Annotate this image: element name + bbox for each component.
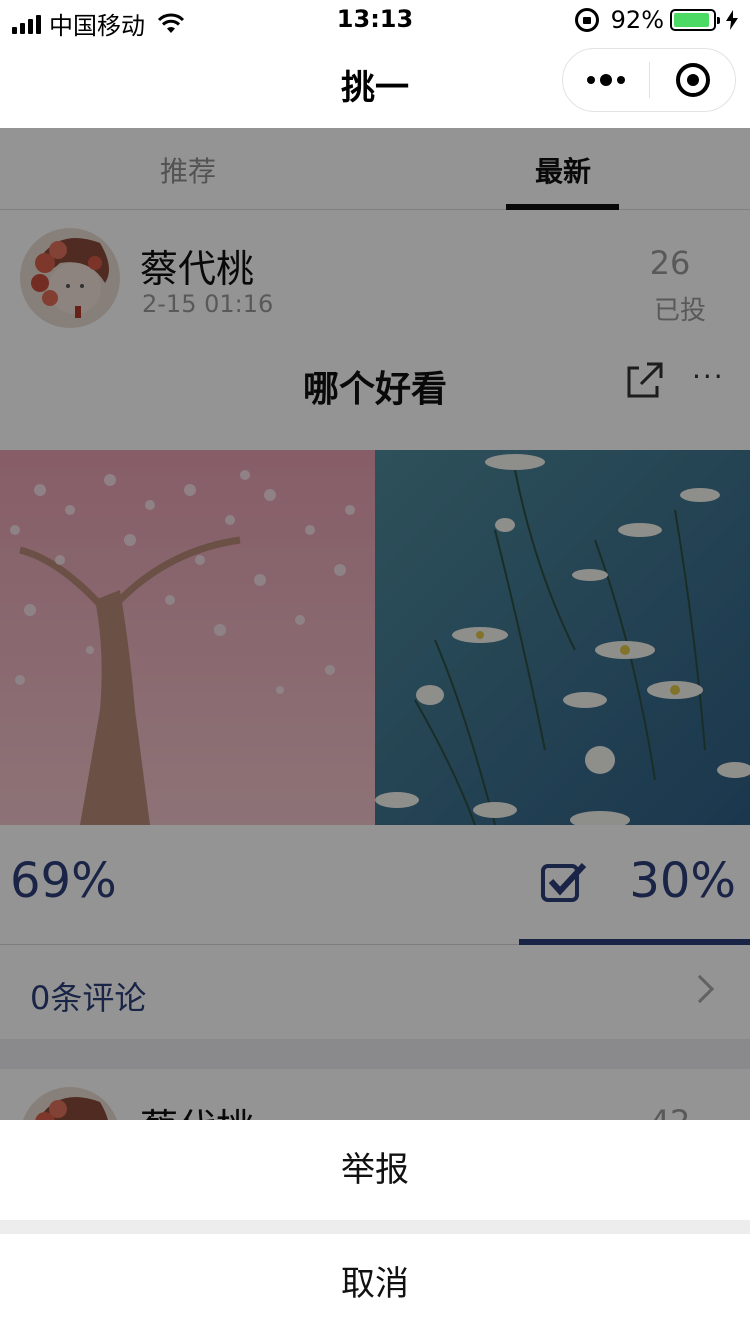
action-sheet: 举报 取消 [0,1120,750,1334]
mini-program-capsule [562,48,736,112]
more-dots-icon[interactable] [563,74,649,86]
cancel-button[interactable]: 取消 [0,1234,750,1334]
battery-percent: 92% [610,6,664,34]
target-close-icon [675,63,710,97]
orientation-lock-icon [574,8,599,32]
status-bar: 中国移动 13:13 92% [0,0,750,40]
report-button[interactable]: 举报 [0,1120,750,1220]
navigation-bar: 挑一 [0,40,750,128]
charging-bolt-icon [726,10,738,30]
battery-icon [670,9,720,31]
close-mini-program-button[interactable] [650,63,735,97]
